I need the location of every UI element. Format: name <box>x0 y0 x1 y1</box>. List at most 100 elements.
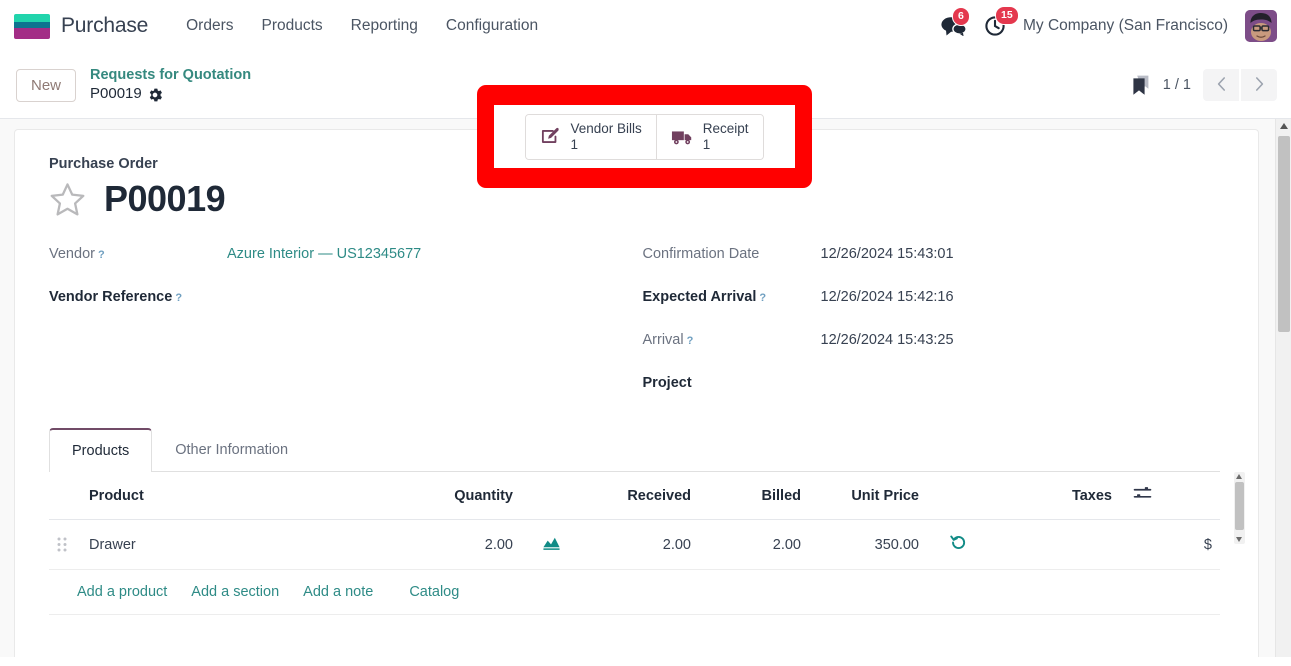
page-scrollbar-thumb[interactable] <box>1278 136 1290 332</box>
user-avatar[interactable] <box>1245 10 1277 42</box>
pager-group: 1 / 1 <box>1131 69 1277 101</box>
smart-button-value: 1 <box>570 136 578 152</box>
add-line-links: Add a product Add a section Add a note C… <box>57 584 1212 600</box>
cell-quantity[interactable]: 2.00 <box>371 519 521 570</box>
field-value-expected-arrival[interactable]: 12/26/2024 15:42:16 <box>821 289 954 305</box>
scrollbar-thumb[interactable] <box>1235 482 1244 530</box>
catalog-link[interactable]: Catalog <box>409 584 459 600</box>
menu-item-products[interactable]: Products <box>248 11 337 41</box>
field-value-arrival[interactable]: 12/26/2024 15:43:25 <box>821 332 954 348</box>
messages-badge: 6 <box>951 7 970 26</box>
scroll-down-icon[interactable] <box>1236 537 1242 542</box>
breadcrumb: Requests for Quotation P00019 <box>90 66 251 104</box>
help-tooltip-icon[interactable]: ? <box>175 292 182 304</box>
brand[interactable]: Purchase <box>14 13 149 39</box>
help-tooltip-icon[interactable]: ? <box>687 335 694 347</box>
field-label-text: Project <box>642 375 692 391</box>
cell-product[interactable]: Drawer <box>81 519 371 570</box>
field-arrival: Arrival ? 12/26/2024 15:43:25 <box>643 332 1221 352</box>
field-value-vendor[interactable]: Azure Interior — US12345677 <box>227 246 421 262</box>
field-vendor-reference: Vendor Reference ? <box>49 289 635 309</box>
tab-other-information[interactable]: Other Information <box>152 428 311 472</box>
field-label-text: Arrival <box>642 332 684 348</box>
activities-button[interactable]: 15 <box>984 6 1019 37</box>
order-lines-wrapper: Product Quantity Received Billed Unit Pr… <box>49 472 1245 615</box>
add-a-note-link[interactable]: Add a note <box>303 584 373 600</box>
scroll-up-icon[interactable] <box>1236 474 1242 479</box>
smart-buttons-container: Vendor Bills 1 Receipt 1 <box>494 105 795 168</box>
column-header-billed[interactable]: Billed <box>699 472 809 520</box>
cell-taxes[interactable] <box>975 519 1120 570</box>
purchase-app-logo-icon <box>14 13 50 39</box>
bookmark-icon[interactable] <box>1131 74 1151 96</box>
gear-icon[interactable] <box>148 88 162 102</box>
menu-item-configuration[interactable]: Configuration <box>432 11 552 41</box>
smart-button-receipt[interactable]: Receipt 1 <box>655 114 763 159</box>
cell-billed[interactable]: 2.00 <box>699 519 809 570</box>
field-label-text: Confirmation Date <box>642 246 760 262</box>
row-drag-handle-cell <box>49 519 81 570</box>
form-column-right: Confirmation Date 12/26/2024 15:43:01 Ex… <box>635 246 1221 418</box>
notebook: Products Other Information Product Quant… <box>49 428 1245 615</box>
field-vendor: Vendor ? Azure Interior — US12345677 <box>49 246 635 266</box>
top-navbar: Purchase Orders Products Reporting Confi… <box>0 0 1291 52</box>
field-expected-arrival: Expected Arrival ? 12/26/2024 15:42:16 <box>643 289 1221 309</box>
chevron-right-icon <box>1254 76 1265 95</box>
cell-quantity-icon <box>521 519 569 570</box>
form-fields: Vendor ? Azure Interior — US12345677 Ven… <box>49 246 1220 418</box>
field-label-text: Expected Arrival <box>642 289 757 305</box>
app-title: Purchase <box>61 14 149 37</box>
table-row[interactable]: Drawer 2.00 2.00 2.00 350.00 $ <box>49 519 1220 570</box>
column-header-received[interactable]: Received <box>569 472 699 520</box>
column-header-unit-price-icon <box>927 472 975 520</box>
cell-unit-price-icon <box>927 519 975 570</box>
help-tooltip-icon[interactable]: ? <box>98 249 105 261</box>
price-history-icon[interactable] <box>950 534 967 551</box>
smart-button-label: Receipt <box>702 120 749 136</box>
breadcrumb-parent-link[interactable]: Requests for Quotation <box>90 66 251 84</box>
company-switcher[interactable]: My Company (San Francisco) <box>1023 17 1228 35</box>
forecast-chart-icon[interactable] <box>542 535 561 551</box>
column-header-quantity[interactable]: Quantity <box>371 472 521 520</box>
breadcrumb-current: P00019 <box>90 85 251 104</box>
tab-products[interactable]: Products <box>49 428 153 472</box>
order-lines-scrollbar[interactable] <box>1234 472 1245 544</box>
new-record-button[interactable]: New <box>16 68 77 102</box>
bill-pencil-icon <box>540 126 561 147</box>
field-value-confirmation-date[interactable]: 12/26/2024 15:43:01 <box>821 246 954 262</box>
pager-previous-button[interactable] <box>1203 69 1239 101</box>
control-panel: New Requests for Quotation P00019 Vendor… <box>0 52 1291 188</box>
help-tooltip-icon[interactable]: ? <box>759 292 766 304</box>
column-settings-icon[interactable] <box>1120 472 1160 520</box>
column-header-subtotal <box>1160 472 1220 520</box>
add-a-section-link[interactable]: Add a section <box>191 584 279 600</box>
cell-received[interactable]: 2.00 <box>569 519 699 570</box>
field-project: Project <box>643 375 1221 395</box>
pager-next-button[interactable] <box>1241 69 1277 101</box>
add-line-row: Add a product Add a section Add a note C… <box>49 569 1220 615</box>
pager-value[interactable]: 1 / 1 <box>1163 77 1191 93</box>
star-outline-icon[interactable] <box>49 182 86 217</box>
navbar-right-group: 6 15 My Company (San Francisco) <box>941 6 1277 42</box>
cell-subtotal-currency: $ <box>1160 519 1220 570</box>
drag-handle-icon[interactable] <box>57 537 67 552</box>
menu-item-reporting[interactable]: Reporting <box>337 11 432 41</box>
column-header-quantity-icon <box>521 472 569 520</box>
highlight-annotation: Vendor Bills 1 Receipt 1 <box>477 85 812 188</box>
menu-item-orders[interactable]: Orders <box>172 11 247 41</box>
page-scroll-up-icon[interactable] <box>1280 123 1288 129</box>
form-sheet: Purchase Order P00019 Vendor ? Azure Int… <box>14 129 1259 657</box>
table-header-row: Product Quantity Received Billed Unit Pr… <box>49 472 1220 520</box>
notebook-tabs: Products Other Information <box>49 428 1220 472</box>
page-scrollbar[interactable] <box>1275 119 1291 657</box>
column-header-taxes[interactable]: Taxes <box>975 472 1120 520</box>
main-menu: Orders Products Reporting Configuration <box>172 11 552 41</box>
form-column-left: Vendor ? Azure Interior — US12345677 Ven… <box>49 246 635 418</box>
add-a-product-link[interactable]: Add a product <box>77 584 167 600</box>
messages-button[interactable]: 6 <box>941 7 970 36</box>
column-header-unit-price[interactable]: Unit Price <box>809 472 927 520</box>
cell-spacer <box>1120 519 1160 570</box>
smart-button-vendor-bills[interactable]: Vendor Bills 1 <box>526 114 656 159</box>
column-header-product[interactable]: Product <box>81 472 371 520</box>
cell-unit-price[interactable]: 350.00 <box>809 519 927 570</box>
